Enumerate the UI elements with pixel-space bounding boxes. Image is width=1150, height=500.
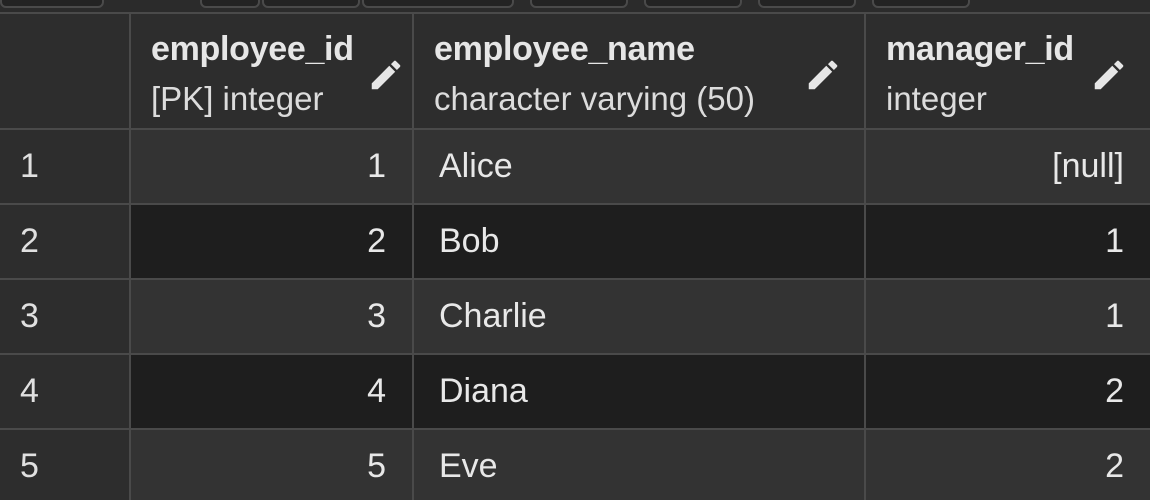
toolbar-button[interactable]	[644, 0, 742, 8]
column-name: employee_id	[151, 30, 354, 68]
cell-employee-name[interactable]: Diana	[414, 355, 866, 428]
row-number-header[interactable]	[0, 14, 131, 130]
toolbar-button[interactable]	[758, 0, 856, 8]
query-result-panel: employee_id [PK] integer employee_name c…	[0, 0, 1150, 500]
column-header-employee-id[interactable]: employee_id [PK] integer	[131, 14, 414, 130]
table-row[interactable]: 3 3 Charlie 1	[0, 280, 1150, 355]
toolbar-button[interactable]	[530, 0, 628, 8]
pencil-icon[interactable]	[367, 56, 405, 94]
toolbar-button[interactable]	[200, 0, 260, 8]
cell-manager-id[interactable]: 1	[866, 205, 1150, 278]
table-row[interactable]: 5 5 Eve 2	[0, 430, 1150, 500]
table-row[interactable]: 2 2 Bob 1	[0, 205, 1150, 280]
column-name: manager_id	[886, 30, 1074, 68]
row-number[interactable]: 3	[0, 280, 131, 353]
column-header-manager-id[interactable]: manager_id integer	[866, 14, 1150, 130]
cell-manager-id[interactable]: 1	[866, 280, 1150, 353]
table-row[interactable]: 1 1 Alice [null]	[0, 130, 1150, 205]
toolbar-button[interactable]	[872, 0, 970, 8]
column-type: integer	[886, 80, 987, 117]
data-grid: employee_id [PK] integer employee_name c…	[0, 12, 1150, 500]
toolbar	[0, 0, 1150, 12]
cell-manager-id[interactable]: [null]	[866, 130, 1150, 203]
grid-header: employee_id [PK] integer employee_name c…	[0, 12, 1150, 130]
row-number[interactable]: 5	[0, 430, 131, 500]
cell-employee-name[interactable]: Alice	[414, 130, 866, 203]
cell-employee-id[interactable]: 2	[131, 205, 414, 278]
toolbar-button[interactable]	[0, 0, 104, 8]
column-name: employee_name	[434, 30, 695, 68]
toolbar-button[interactable]	[362, 0, 514, 8]
table-row[interactable]: 4 4 Diana 2	[0, 355, 1150, 430]
cell-employee-id[interactable]: 1	[131, 130, 414, 203]
column-type: [PK] integer	[151, 80, 324, 117]
column-type: character varying (50)	[434, 80, 755, 117]
row-number[interactable]: 4	[0, 355, 131, 428]
column-header-employee-name[interactable]: employee_name character varying (50)	[414, 14, 866, 130]
pencil-icon[interactable]	[1090, 56, 1128, 94]
cell-employee-id[interactable]: 3	[131, 280, 414, 353]
pencil-icon[interactable]	[804, 56, 842, 94]
cell-employee-name[interactable]: Bob	[414, 205, 866, 278]
cell-employee-id[interactable]: 5	[131, 430, 414, 500]
cell-employee-name[interactable]: Charlie	[414, 280, 866, 353]
cell-manager-id[interactable]: 2	[866, 430, 1150, 500]
toolbar-button[interactable]	[262, 0, 360, 8]
cell-employee-name[interactable]: Eve	[414, 430, 866, 500]
row-number[interactable]: 1	[0, 130, 131, 203]
row-number[interactable]: 2	[0, 205, 131, 278]
cell-employee-id[interactable]: 4	[131, 355, 414, 428]
cell-manager-id[interactable]: 2	[866, 355, 1150, 428]
